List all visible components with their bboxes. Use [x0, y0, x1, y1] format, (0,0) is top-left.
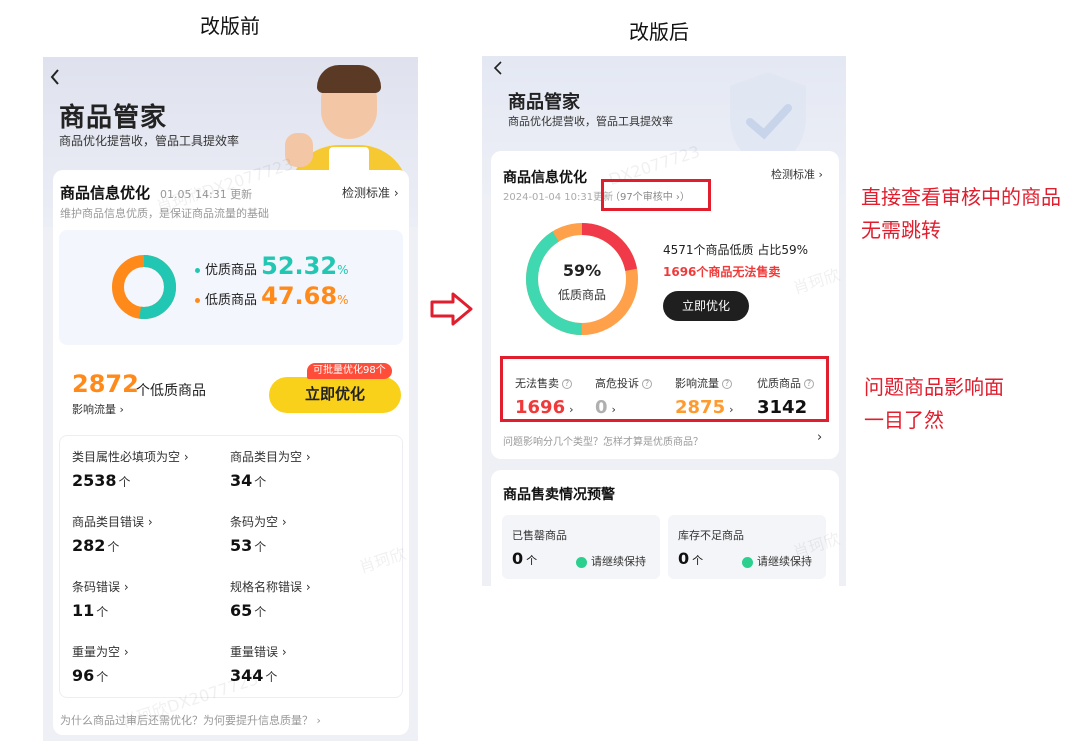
issue-item[interactable]: 条码为空 › 53 个	[230, 513, 287, 555]
back-button[interactable]	[49, 67, 61, 91]
good-quality-legend: 优质商品 52.32%	[195, 252, 348, 280]
smile-icon	[742, 556, 753, 568]
standard-link[interactable]: 检测标准 ›	[342, 184, 399, 201]
review-annotation: 直接查看审核中的商品 无需跳转	[861, 185, 1061, 242]
issue-item[interactable]: 重量为空 › 96 个	[72, 643, 129, 685]
unsellable-line: 1696个商品无法售卖	[663, 265, 781, 279]
quality-donut-chart	[112, 255, 176, 319]
question-row[interactable]: 问题影响分几个类型？怎样才算是优质商品？	[503, 433, 703, 448]
smile-icon	[576, 556, 587, 568]
issue-item[interactable]: 规格名称错误 › 65 个	[230, 578, 311, 620]
update-time: 2024-01-04 10:31更新	[503, 192, 614, 203]
low-quality-label: 个低质商品	[136, 383, 206, 399]
reviewing-highlight-box	[601, 179, 711, 211]
sold-out-card[interactable]: 已售罄商品 0个 请继续保持	[502, 515, 660, 579]
good-quality-value: 52.32	[261, 252, 338, 280]
impact-annotation: 问题商品影响面 一目了然	[864, 375, 1004, 432]
issue-item[interactable]: 条码错误 › 11 个	[72, 578, 129, 620]
sales-title: 商品售卖情况预警	[503, 487, 615, 503]
quality-summary: 优质商品 52.32% 低质商品 47.68%	[59, 230, 403, 345]
caption-after: 改版后	[629, 20, 689, 44]
chevron-left-icon	[50, 69, 59, 85]
caption-before: 改版前	[200, 14, 260, 38]
chevron-left-icon	[493, 61, 502, 75]
section-title: 商品信息优化	[503, 170, 587, 186]
batch-optimize-badge: 可批量优化98个	[307, 363, 392, 379]
impact-traffic-link[interactable]: 影响流量 ›	[72, 401, 124, 417]
low-quality-count: 2872	[72, 370, 139, 398]
optimize-button[interactable]: 立即优化	[269, 377, 401, 413]
stats-highlight-box	[500, 356, 829, 422]
donut-label: 低质商品	[557, 288, 606, 302]
issue-item[interactable]: 重量错误 › 344 个	[230, 643, 287, 685]
issue-item[interactable]: 商品类目为空 › 34 个	[230, 448, 311, 490]
optimize-button[interactable]: 立即优化	[663, 291, 749, 321]
transition-arrow-icon	[430, 292, 473, 326]
low-quality-line: 4571个商品低质 占比59%	[663, 243, 809, 257]
page-subtitle: 商品优化提营收，管品工具提效率	[508, 115, 673, 128]
bad-quality-legend: 低质商品 47.68%	[195, 282, 348, 310]
donut-percent: 59%	[562, 261, 602, 280]
issue-grid: 类目属性必填项为空 › 2538 个 商品类目为空 › 34 个 商品类目错误 › 282…	[59, 435, 403, 698]
page-title: 商品管家	[508, 92, 580, 113]
info-optimization-card: 商品信息优化 01.05 14:31 更新 检测标准 › 维护商品信息优质，是保…	[53, 170, 409, 735]
issue-item[interactable]: 类目属性必填项为空 › 2538 个	[72, 448, 189, 490]
page-title: 商品管家	[59, 103, 168, 133]
back-button[interactable]	[492, 60, 504, 81]
sales-warning-card: 商品售卖情况预警 已售罄商品 0个 请继续保持 库存不足商品 0个 请继续保持	[491, 470, 839, 586]
chevron-right-icon[interactable]: ›	[817, 430, 822, 445]
issue-item[interactable]: 商品类目错误 › 282 个	[72, 513, 153, 555]
after-screen: 商品管家 商品优化提营收，管品工具提效率 商品信息优化 检测标准 › 2024-…	[482, 56, 846, 586]
update-time: 01.05 14:31 更新	[160, 188, 253, 201]
bad-quality-value: 47.68	[261, 282, 338, 310]
footer-question-link[interactable]: 为什么商品过审后还需优化？为何要提升信息质量？ ›	[60, 712, 321, 728]
section-title: 商品信息优化	[60, 184, 151, 202]
page-subtitle: 商品优化提营收，管品工具提效率	[59, 134, 240, 148]
low-stock-card[interactable]: 库存不足商品 0个 请继续保持	[668, 515, 826, 579]
section-desc: 维护商品信息优质，是保证商品流量的基础	[60, 207, 269, 220]
standard-link[interactable]: 检测标准 ›	[771, 166, 823, 182]
before-screen: 商品管家 商品优化提营收，管品工具提效率 商品信息优化 01.05 14:31 …	[43, 57, 418, 741]
